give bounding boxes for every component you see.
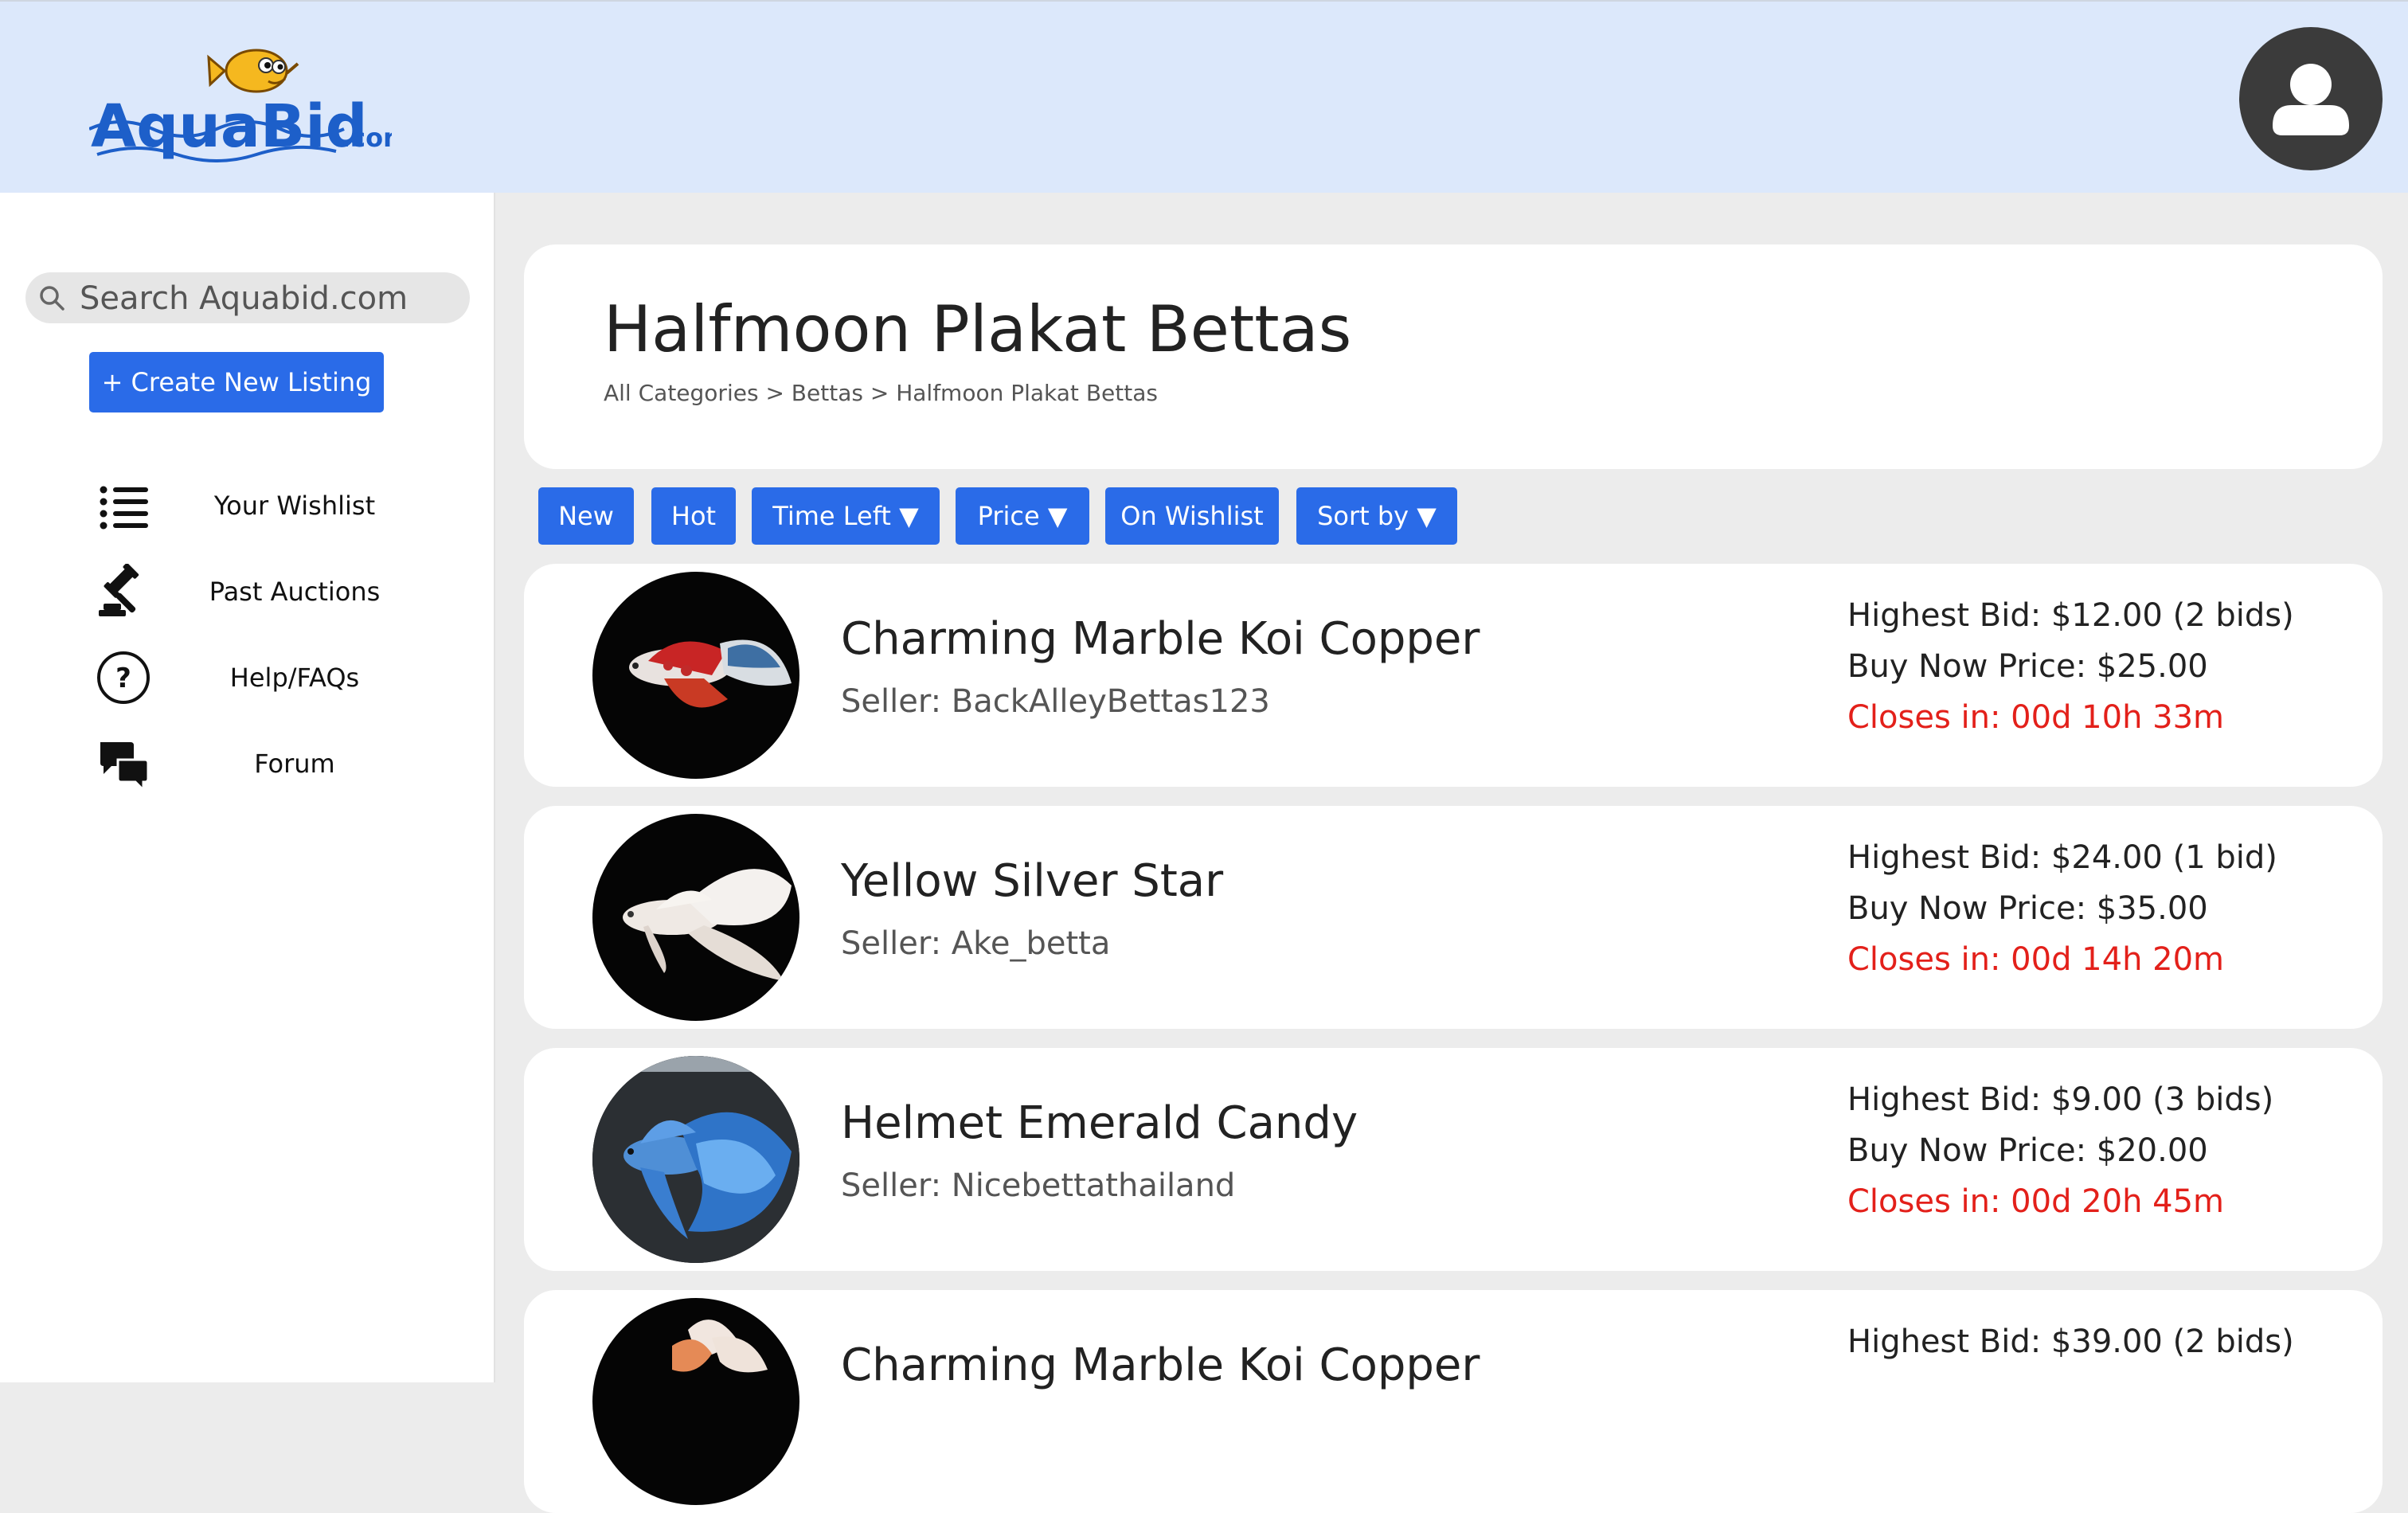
listing-highest-bid: Highest Bid: $12.00 (2 bids)	[1847, 597, 2294, 634]
user-avatar[interactable]	[2239, 27, 2383, 170]
filter-new-button[interactable]: New	[538, 487, 634, 545]
listing-title[interactable]: Charming Marble Koi Copper	[841, 1339, 1480, 1391]
create-listing-button[interactable]: + Create New Listing	[89, 352, 384, 412]
listing-title[interactable]: Yellow Silver Star	[841, 855, 1223, 907]
betta-fish-image	[629, 639, 792, 708]
sidebar-item-forum[interactable]: Forum	[80, 728, 430, 800]
listing-card[interactable]: Yellow Silver Star Seller: Ake_betta Hig…	[524, 806, 2383, 1029]
listing-title[interactable]: Helmet Emerald Candy	[841, 1097, 1358, 1149]
fish-mascot-icon	[207, 49, 299, 93]
filter-time-left-button[interactable]: Time Left ▼	[752, 487, 940, 545]
sidebar-item-label: Past Auctions	[209, 577, 381, 607]
listing-highest-bid: Highest Bid: $9.00 (3 bids)	[1847, 1081, 2274, 1118]
user-icon	[2273, 64, 2349, 135]
search-bar[interactable]	[25, 272, 470, 325]
betta-fish-image	[592, 1056, 799, 1263]
listing-highest-bid: Highest Bid: $24.00 (1 bid)	[1847, 839, 2277, 876]
sidebar-item-past-auctions[interactable]: Past Auctions	[80, 556, 430, 627]
listing-seller: Seller: Nicebettathailand	[841, 1167, 1236, 1204]
listing-closes-in: Closes in: 00d 20h 45m	[1847, 1183, 2225, 1220]
svg-text:AquaBid: AquaBid	[91, 92, 368, 161]
betta-fish-image	[623, 869, 792, 981]
sidebar-item-label: Help/FAQs	[229, 663, 360, 693]
listing-title[interactable]: Charming Marble Koi Copper	[841, 613, 1480, 665]
filter-hot-button[interactable]: Hot	[651, 487, 736, 545]
sidebar-item-wishlist[interactable]: Your Wishlist	[80, 470, 430, 541]
listing-buy-now-price: Buy Now Price: $20.00	[1847, 1132, 2208, 1169]
listing-thumbnail[interactable]	[592, 814, 799, 1021]
list-icon	[100, 486, 148, 530]
breadcrumb[interactable]: All Categories > Bettas > Halfmoon Plaka…	[604, 380, 1158, 406]
listing-thumbnail[interactable]	[592, 572, 799, 779]
listing-closes-in: Closes in: 00d 10h 33m	[1847, 699, 2225, 736]
listing-closes-in: Closes in: 00d 14h 20m	[1847, 941, 2225, 978]
listing-card[interactable]: Charming Marble Koi Copper Highest Bid: …	[524, 1290, 2383, 1513]
search-input[interactable]	[78, 272, 455, 325]
sidebar-item-label: Forum	[254, 749, 335, 779]
header: AquaBid .com	[0, 0, 2408, 193]
gavel-icon	[99, 564, 139, 616]
listing-thumbnail[interactable]	[592, 1056, 799, 1263]
svg-text:.com: .com	[341, 123, 392, 153]
listing-seller: Seller: Ake_betta	[841, 925, 1111, 962]
filter-price-button[interactable]: Price ▼	[956, 487, 1089, 545]
sidebar-item-help[interactable]: ? Help/FAQs	[80, 642, 430, 713]
betta-fish-image	[672, 1319, 768, 1373]
listing-buy-now-price: Buy Now Price: $25.00	[1847, 648, 2208, 685]
filter-sort-by-button[interactable]: Sort by ▼	[1296, 487, 1457, 545]
listing-buy-now-price: Buy Now Price: $35.00	[1847, 890, 2208, 927]
svg-text:?: ?	[115, 663, 131, 694]
listing-highest-bid: Highest Bid: $39.00 (2 bids)	[1847, 1323, 2294, 1360]
search-icon	[40, 286, 64, 311]
aquabid-logo[interactable]: AquaBid .com	[88, 35, 409, 162]
filter-on-wishlist-button[interactable]: On Wishlist	[1105, 487, 1279, 545]
page-title: Halfmoon Plakat Bettas	[604, 292, 1352, 366]
sidebar-item-label: Your Wishlist	[213, 491, 376, 521]
listing-seller: Seller: BackAlleyBettas123	[841, 683, 1270, 720]
listing-card[interactable]: Charming Marble Koi Copper Seller: BackA…	[524, 564, 2383, 787]
listing-thumbnail[interactable]	[592, 1298, 799, 1505]
category-header-card: Halfmoon Plakat Bettas All Categories > …	[524, 244, 2383, 469]
sidebar: + Create New Listing Your Wishlist Past …	[0, 193, 495, 1382]
listing-card[interactable]: Helmet Emerald Candy Seller: Nicebettath…	[524, 1048, 2383, 1271]
help-icon: ?	[97, 651, 150, 704]
chat-icon	[100, 742, 150, 792]
